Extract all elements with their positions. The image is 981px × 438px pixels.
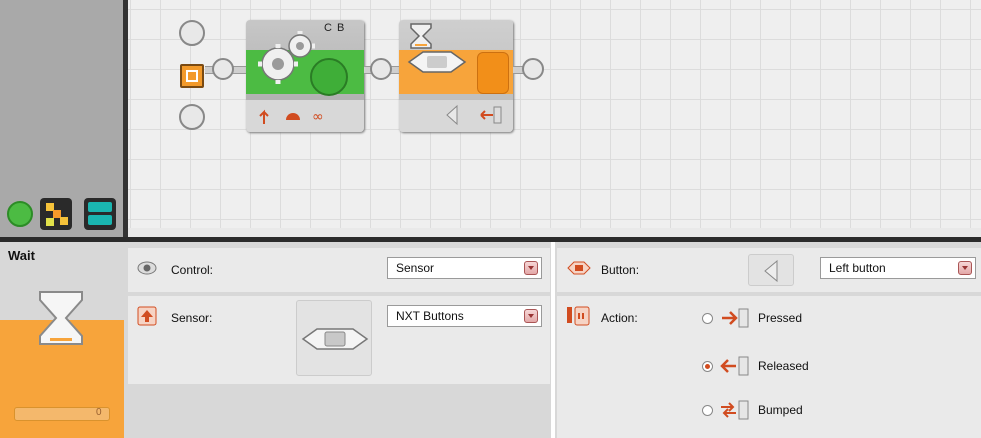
- left-button-icon: [764, 259, 778, 283]
- action-option-bumped[interactable]: Bumped: [700, 399, 820, 421]
- power-circle-icon: [310, 58, 348, 96]
- svg-text:∞: ∞: [312, 109, 324, 125]
- motor-block[interactable]: C B ∞: [246, 20, 364, 132]
- beam-connector-bottom[interactable]: [179, 104, 205, 130]
- tab-common-palette[interactable]: [4, 198, 36, 230]
- custom-palette-icon: [88, 202, 112, 225]
- button-dropdown[interactable]: Left button: [820, 257, 976, 279]
- control-value: Sensor: [396, 261, 435, 275]
- sensor-arrow-icon: [137, 306, 157, 326]
- sensor-label: Sensor:: [171, 311, 213, 325]
- chevron-down-icon[interactable]: [524, 261, 538, 275]
- nxt-buttons-image: [296, 300, 372, 376]
- pressed-label: Pressed: [758, 311, 803, 325]
- beam-connector-top[interactable]: [179, 20, 205, 46]
- bumped-label: Bumped: [758, 403, 803, 417]
- button-sensor-icon: [567, 261, 591, 275]
- motor-status-icons: ∞: [259, 109, 324, 125]
- bumped-radio[interactable]: [702, 405, 713, 416]
- pressed-radio[interactable]: [702, 313, 713, 324]
- chevron-down-icon[interactable]: [524, 309, 538, 323]
- nxt-buttons-icon: [301, 328, 369, 350]
- wait-plug: [477, 52, 509, 94]
- start-column: [171, 18, 211, 133]
- released-arrow-icon: [720, 356, 749, 376]
- beam-connector-end[interactable]: [522, 58, 544, 80]
- action-icon: [567, 306, 590, 326]
- button-label: Button:: [601, 263, 640, 277]
- gears-icon: [258, 31, 315, 84]
- button-preview: [748, 254, 794, 286]
- beam-connector[interactable]: [370, 58, 392, 80]
- control-dropdown[interactable]: Sensor: [387, 257, 542, 279]
- start-square-icon: [186, 70, 198, 82]
- canvas-footer: [128, 228, 981, 237]
- released-radio[interactable]: [702, 361, 713, 372]
- config-divider: [551, 242, 555, 438]
- chevron-down-icon[interactable]: [958, 261, 972, 275]
- block-number-value: 0: [96, 407, 102, 418]
- motor-ports-label: C B: [324, 22, 346, 34]
- action-option-released[interactable]: Released: [700, 355, 820, 377]
- green-circle-icon: [7, 201, 33, 227]
- released-label: Released: [758, 359, 809, 373]
- bumped-arrow-icon: [721, 400, 749, 420]
- control-label: Control:: [171, 263, 214, 277]
- sensor-value: NXT Buttons: [396, 309, 464, 323]
- tab-custom-palette[interactable]: [84, 198, 116, 230]
- wait-status-icons: [446, 104, 502, 126]
- beam-connector[interactable]: [212, 58, 234, 80]
- action-label: Action:: [601, 311, 638, 325]
- hourglass-icon: [39, 291, 83, 345]
- hourglass-button-icon: [407, 23, 467, 73]
- block-title: Wait: [8, 248, 35, 263]
- wait-block[interactable]: [399, 20, 513, 132]
- eye-icon: [137, 261, 157, 275]
- button-value: Left button: [829, 261, 886, 275]
- sensor-dropdown[interactable]: NXT Buttons: [387, 305, 542, 327]
- start-point-icon[interactable]: [180, 64, 204, 88]
- complete-palette-icon: [46, 203, 68, 226]
- pressed-arrow-icon: [722, 308, 749, 328]
- action-option-pressed[interactable]: Pressed: [700, 307, 820, 329]
- tab-complete-palette[interactable]: [40, 198, 72, 230]
